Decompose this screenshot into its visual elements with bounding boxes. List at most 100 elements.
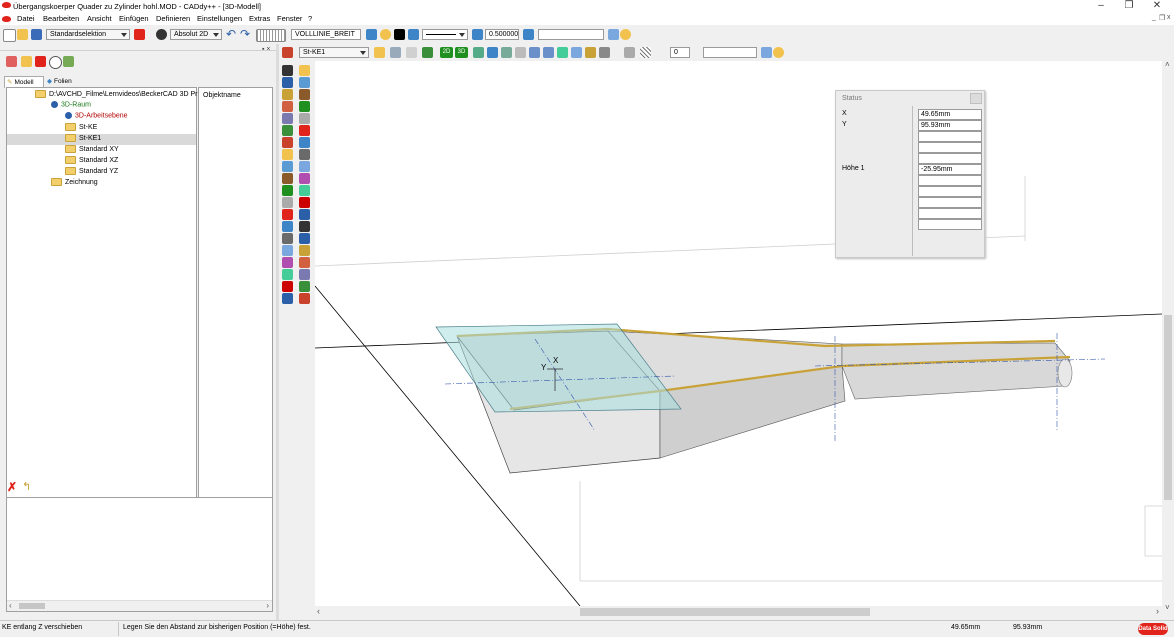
menu-ansicht[interactable]: Ansicht [87,14,112,23]
redraw-icon[interactable] [571,47,582,58]
palette-tool-icon[interactable] [299,89,310,100]
menu-einfuegen[interactable]: Einfügen [119,14,149,23]
palette-tool-icon[interactable] [299,113,310,124]
palette-tool-icon[interactable] [299,185,310,196]
status-window-header[interactable]: Status [836,91,984,106]
menu-help[interactable]: ? [308,14,312,23]
3d-viewport[interactable]: Y X [315,61,1162,606]
restore-button[interactable]: ❐ [1114,0,1144,13]
zoom-prev-icon[interactable] [557,47,568,58]
delete-tool-icon[interactable]: ✗ [7,480,17,494]
panel-tool-4-icon[interactable] [49,56,62,69]
view-extra-field[interactable] [703,47,757,58]
palette-tool-icon[interactable] [299,209,310,220]
palette-tool-icon[interactable] [282,173,293,184]
menu-datei[interactable]: Datei [17,14,35,23]
palette-tool-icon[interactable] [282,269,293,280]
lightbulb-icon-3[interactable] [773,47,784,58]
panel-tool-5-icon[interactable] [63,56,74,67]
palette-tool-icon[interactable] [299,77,310,88]
line-width-field[interactable]: 0.500000 [485,29,519,40]
tree-item[interactable]: Standard XZ [7,156,196,167]
zoom-in-icon[interactable] [529,47,540,58]
status-window[interactable]: Status X 49.65mm Y 95.93mm Höhe 1 -25.95mm [835,90,985,258]
panel-tool-2-icon[interactable] [21,56,32,67]
vp-vscroll-thumb[interactable] [1164,315,1172,500]
palette-tool-icon[interactable] [282,77,293,88]
view-2d-button[interactable]: 2D [440,47,453,58]
property-hscrollbar[interactable]: ‹ › [7,600,272,611]
lightbulb-icon[interactable] [380,29,391,40]
vp-scroll-left-icon[interactable]: ‹ [317,606,320,616]
folder-tool-icon[interactable] [374,47,385,58]
palette-tool-icon[interactable] [299,101,310,112]
palette-tool-icon[interactable] [282,209,293,220]
red-select-icon[interactable] [134,29,145,40]
layers-icon-2[interactable] [523,29,534,40]
menu-bearbeiten[interactable]: Bearbeiten [43,14,79,23]
inner-restore-button[interactable]: ❐ [1159,14,1165,22]
palette-tool-icon[interactable] [282,221,293,232]
rotate-view-icon[interactable] [473,47,484,58]
vp-hscroll-thumb[interactable] [580,608,870,616]
panel-tool-1-icon[interactable] [6,56,17,67]
spin-field[interactable]: 0 [670,47,690,58]
palette-tool-icon[interactable] [299,161,310,172]
save-icon[interactable] [31,29,42,40]
menu-fenster[interactable]: Fenster [277,14,302,23]
tab-folien[interactable]: ◆ Folien [45,76,83,87]
extra-input-field[interactable] [538,29,604,40]
display-icon[interactable] [608,29,619,40]
tree-item[interactable]: 3D-Raum [7,101,196,112]
palette-tool-icon[interactable] [299,65,310,76]
linetype-field[interactable]: VOLLLINIE_BREIT [291,29,361,40]
zoom-window-icon[interactable] [487,47,498,58]
color-swatch-icon[interactable] [394,29,405,40]
palette-tool-icon[interactable] [299,269,310,280]
inner-close-button[interactable]: x [1167,14,1171,21]
dimension-icon[interactable] [422,47,433,58]
palette-tool-icon[interactable] [282,281,293,292]
palette-tool-icon[interactable] [282,185,293,196]
panel-tool-3-icon[interactable] [35,56,46,67]
palette-tool-icon[interactable] [299,125,310,136]
menu-einstellungen[interactable]: Einstellungen [197,14,242,23]
layer-stack-icon[interactable] [366,29,377,40]
coord-globe-icon[interactable] [156,29,167,40]
grid-toggle-icon[interactable] [256,29,286,42]
close-button[interactable]: ✕ [1142,0,1172,13]
palette-tool-icon[interactable] [282,89,293,100]
display-icon-2[interactable] [761,47,772,58]
palette-tool-icon[interactable] [299,221,310,232]
pen-layers-icon[interactable] [408,29,419,40]
palette-tool-icon[interactable] [299,245,310,256]
tree-item[interactable]: Standard YZ [7,167,196,178]
selection-mode-select[interactable]: Standardselektion [46,29,130,40]
palette-tool-icon[interactable] [299,233,310,244]
inner-min-button[interactable]: _ [1152,14,1156,21]
palette-tool-icon[interactable] [299,257,310,268]
edit-tool-icon[interactable]: ↰ [22,480,31,493]
vp-scroll-down-icon[interactable]: ˅ [1165,603,1170,612]
lightbulb-icon-2[interactable] [620,29,631,40]
viewport-hscrollbar[interactable]: ‹ › [315,606,1162,618]
palette-tool-icon[interactable] [299,293,310,304]
palette-tool-icon[interactable] [282,137,293,148]
palette-tool-icon[interactable] [282,197,293,208]
palette-tool-icon[interactable] [282,125,293,136]
menu-definieren[interactable]: Definieren [156,14,190,23]
tree-item[interactable]: St-KE1 [7,134,196,145]
palette-tool-icon[interactable] [282,65,293,76]
fill-gray-icon[interactable] [624,47,635,58]
select-arrow-icon[interactable] [390,47,401,58]
vp-scroll-up-icon[interactable]: ˄ [1165,60,1170,69]
palette-tool-icon[interactable] [282,293,293,304]
doc-logo-icon[interactable] [2,16,11,22]
tree-item[interactable]: Zeichnung [7,178,196,189]
pencil-tool-icon[interactable] [406,47,417,58]
palette-tool-icon[interactable] [299,173,310,184]
open-folder-icon[interactable] [17,29,28,40]
new-file-icon[interactable] [3,29,16,42]
palette-tool-icon[interactable] [299,149,310,160]
undo-icon[interactable]: ↶ [226,27,236,41]
